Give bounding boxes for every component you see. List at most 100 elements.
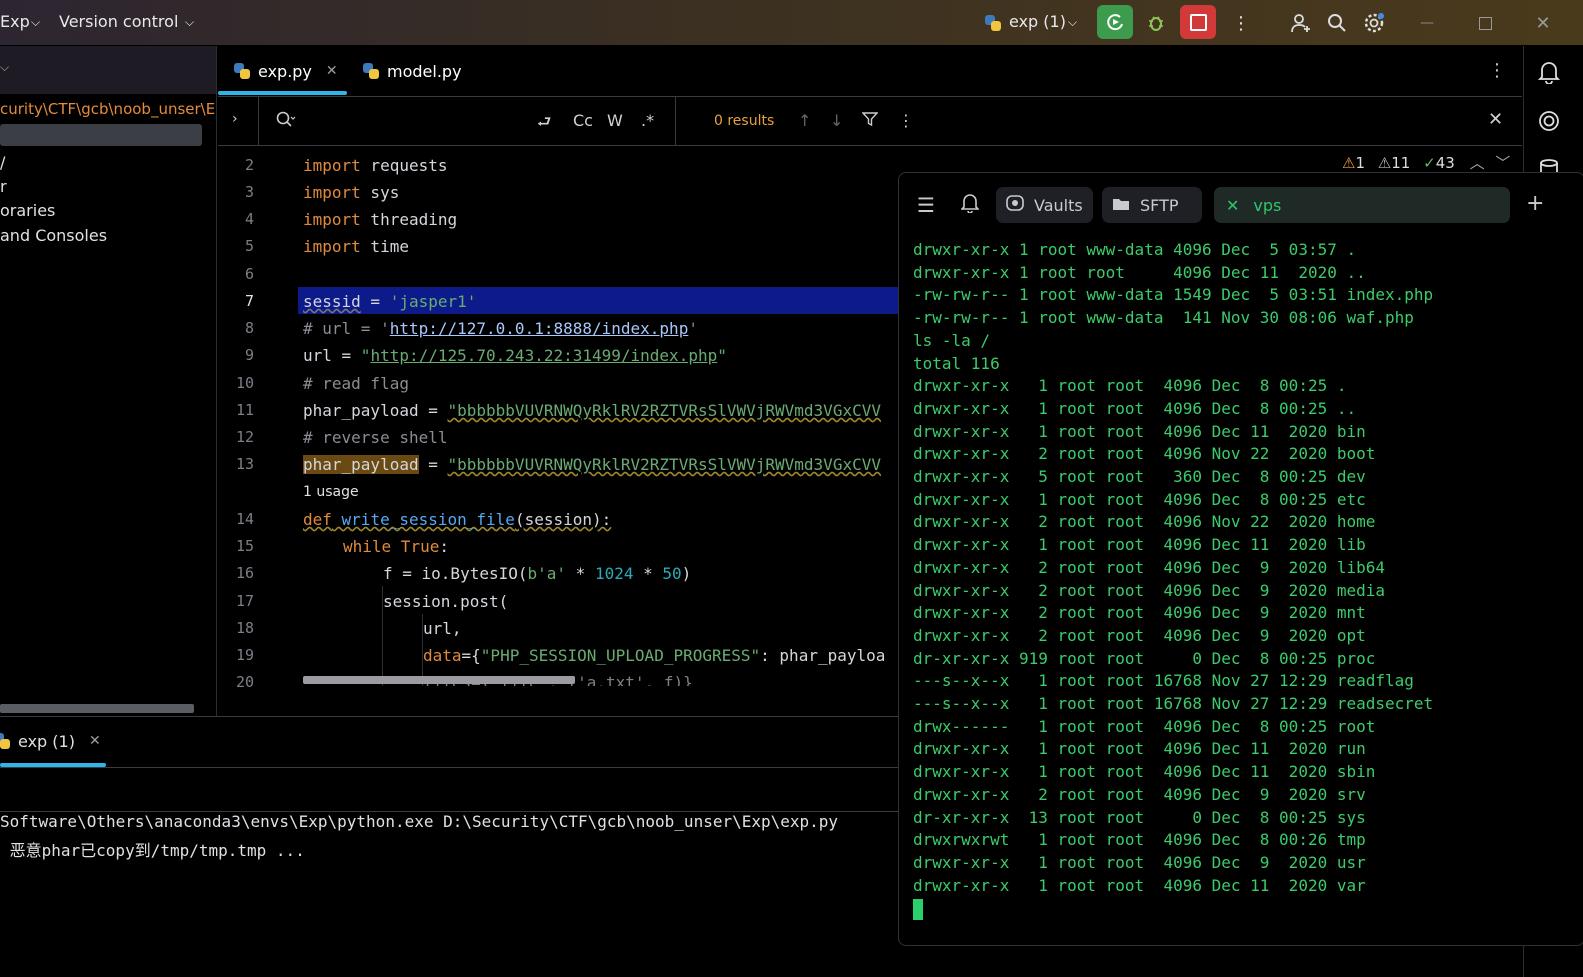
editor-tabs: exp.py ✕ model.py ⋮ — [218, 46, 1522, 97]
terminal-line: total 116 — [913, 353, 1000, 373]
code-line: phar_payload = "bbbbbbVUVRNWQyRklRV2RZTV… — [303, 401, 881, 420]
run-console-output[interactable]: Software\Others\anaconda3\envs\Exp\pytho… — [0, 812, 898, 861]
code-line: def write_session_file(session): — [303, 510, 612, 529]
line-number: 18 — [235, 619, 254, 637]
previous-occurrence-icon[interactable]: ↑ — [798, 111, 811, 130]
tab-label: model.py — [387, 61, 462, 81]
link[interactable]: http://125.70.243.22:31499/index.php — [370, 346, 717, 365]
search-icon[interactable] — [276, 111, 296, 133]
close-find-icon[interactable]: ✕ — [1488, 109, 1503, 130]
rerun-icon — [1107, 14, 1123, 31]
chevron-down-icon[interactable]: ⌵ — [185, 15, 194, 30]
project-selector[interactable]: Exp — [0, 12, 30, 31]
line-number: 9 — [244, 346, 254, 364]
vaults-button[interactable]: Vaults — [996, 187, 1093, 223]
minimize-icon[interactable]: — — [1412, 8, 1442, 38]
terminal-line: drwxrwxrwt 1 root root 4096 Dec 8 00:26 … — [913, 830, 1366, 850]
code-line: # reverse shell — [303, 428, 448, 447]
run-config-selector[interactable]: exp (1) — [1009, 12, 1066, 31]
python-file-icon — [363, 63, 379, 79]
console-line: Software\Others\anaconda3\envs\Exp\pytho… — [0, 812, 839, 831]
project-panel-header: ⌵ — [0, 46, 216, 94]
chevron-down-icon[interactable]: ⌵ — [0, 60, 9, 75]
line-number: 16 — [235, 564, 254, 582]
terminal-line: drwxr-xr-x 1 root root 4096 Dec 11 2020 … — [913, 875, 1366, 895]
terminal-line: ---s--x--x 1 root root 16768 Nov 27 12:2… — [913, 694, 1434, 714]
bell-icon[interactable] — [960, 193, 980, 217]
gear-icon[interactable] — [1359, 8, 1389, 38]
line-number-gutter: 2 3 4 5 6 7 8 9 10 11 12 13 14 15 16 17 … — [218, 146, 298, 691]
tree-item[interactable]: / — [0, 153, 5, 172]
code-line: f = io.BytesIO(b'a' * 1024 * 50) — [383, 564, 692, 583]
regex-toggle[interactable]: .* — [641, 111, 654, 130]
debug-icon[interactable] — [1141, 8, 1171, 38]
maximize-icon[interactable] — [1470, 8, 1500, 38]
chevron-down-icon[interactable]: ⌵ — [31, 15, 40, 30]
chevron-right-icon[interactable]: › — [232, 111, 238, 127]
code-line: import threading — [303, 210, 458, 229]
terminal-output[interactable]: drwxr-xr-x 1 root www-data 4096 Dec 5 03… — [913, 239, 1434, 921]
horizontal-scrollbar[interactable] — [0, 704, 194, 713]
run-tab[interactable]: exp (1) ✕ — [0, 717, 101, 765]
close-tab-icon[interactable]: ✕ — [89, 733, 101, 749]
ai-assistant-icon[interactable] — [1538, 110, 1560, 136]
more-vertical-icon[interactable]: ⋮ — [898, 111, 914, 130]
terminal-window[interactable]: ☰ Vaults SFTP ✕ vps + drwxr-xr-x 1 root … — [898, 172, 1583, 946]
newline-toggle-icon[interactable]: ⮐ — [537, 111, 551, 138]
terminal-line: dr-xr-xr-x 13 root root 0 Dec 8 00:25 sy… — [913, 807, 1366, 827]
run-toolbar — [0, 767, 898, 812]
tab-model-py[interactable]: model.py — [363, 46, 462, 96]
more-vertical-icon[interactable]: ⋮ — [1488, 60, 1506, 81]
selected-tree-row[interactable] — [0, 124, 202, 146]
line-number: 8 — [244, 319, 254, 337]
close-tab-icon[interactable]: ✕ — [1226, 196, 1239, 215]
close-window-icon[interactable]: ✕ — [1528, 8, 1558, 38]
usage-hint[interactable]: 1 usage — [303, 484, 359, 500]
close-tab-icon[interactable]: ✕ — [326, 63, 338, 79]
run-tab-label: exp (1) — [18, 731, 75, 751]
terminal-line: drwx------ 1 root root 4096 Dec 8 00:25 … — [913, 716, 1376, 736]
terminal-line: ---s--x--x 1 root root 16768 Nov 27 12:2… — [913, 671, 1414, 691]
search-icon[interactable] — [1322, 8, 1352, 38]
project-root-path[interactable]: curity\CTF\gcb\noob_unser\E — [0, 100, 215, 118]
menu-icon[interactable]: ☰ — [917, 193, 935, 217]
tree-item-scratches-consoles[interactable]: and Consoles — [0, 226, 107, 245]
code-line: url, — [423, 619, 462, 638]
run-tool-window-header: exp (1) ✕ — [0, 716, 898, 768]
notifications-icon[interactable] — [1537, 60, 1561, 88]
folder-icon — [1112, 196, 1130, 215]
console-line: 恶意phar已copy到/tmp/tmp.tmp ... — [0, 841, 305, 860]
chevron-down-icon[interactable]: ⌵ — [1068, 15, 1077, 30]
terminal-line: -rw-rw-r-- 1 root www-data 141 Nov 30 08… — [913, 308, 1414, 328]
match-case-toggle[interactable]: Cc — [573, 111, 593, 130]
code-editor[interactable]: import requests import sys import thread… — [298, 146, 898, 686]
tree-item-external-libraries[interactable]: oraries — [0, 201, 55, 220]
link[interactable]: http://127.0.0.1:8888/index.php — [390, 319, 689, 338]
whole-word-toggle[interactable]: W — [607, 111, 623, 130]
tab-exp-py[interactable]: exp.py ✕ — [234, 46, 338, 96]
terminal-tab-vps[interactable]: ✕ vps — [1214, 187, 1510, 223]
tab-label: exp.py — [258, 61, 312, 81]
python-icon — [0, 733, 10, 749]
sftp-button[interactable]: SFTP — [1102, 187, 1202, 223]
search-input[interactable] — [302, 107, 536, 135]
editor-horizontal-scrollbar[interactable] — [303, 676, 575, 684]
chevron-down-icon[interactable]: ﹀ — [1495, 154, 1510, 172]
rerun-button[interactable] — [1097, 5, 1133, 39]
inspections-widget[interactable]: ⚠1 ⚠11 ✓43 ︿ ﹀ — [1342, 152, 1510, 173]
vcs-menu[interactable]: Version control — [59, 12, 178, 31]
filter-icon[interactable] — [861, 111, 879, 131]
chevron-up-icon[interactable]: ︿ — [1470, 154, 1485, 172]
next-occurrence-icon[interactable]: ↓ — [830, 111, 843, 130]
stop-button[interactable] — [1180, 5, 1216, 39]
code-line: session.post( — [383, 592, 509, 611]
terminal-line: drwxr-xr-x 2 root root 4096 Dec 9 2020 l… — [913, 557, 1386, 577]
more-vertical-icon[interactable]: ⋮ — [1226, 8, 1256, 38]
add-tab-icon[interactable]: + — [1526, 191, 1544, 216]
line-number: 15 — [235, 537, 254, 555]
code-line: # url = 'http://127.0.0.1:8888/index.php… — [303, 319, 698, 338]
add-user-icon[interactable] — [1286, 8, 1316, 38]
terminal-line: drwxr-xr-x 2 root root 4096 Dec 9 2020 m… — [913, 580, 1386, 600]
tree-item[interactable]: r — [0, 177, 7, 196]
terminal-line: drwxr-xr-x 1 root root 4096 Dec 11 2020 … — [913, 762, 1376, 782]
